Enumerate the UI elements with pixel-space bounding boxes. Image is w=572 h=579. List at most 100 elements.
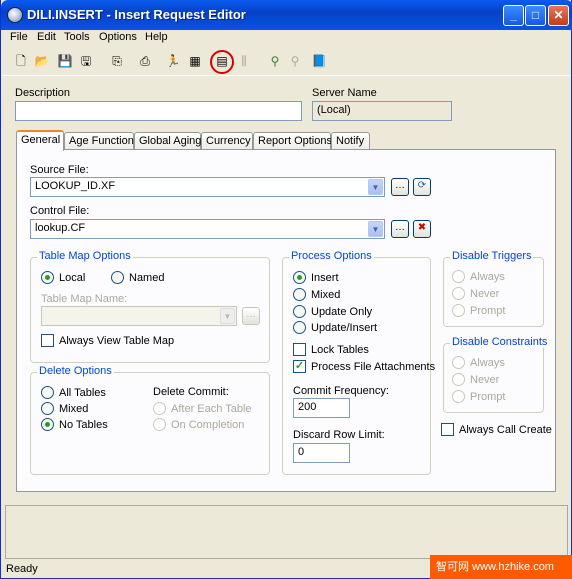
radio-insert[interactable]: Insert (293, 271, 339, 285)
calendar-icon[interactable]: ▦ (187, 53, 203, 69)
new-file-icon[interactable]: 🗋 (13, 53, 29, 69)
commit-frequency-input[interactable]: 200 (293, 398, 350, 418)
run-icon[interactable]: 🏃 (165, 53, 181, 69)
radio-all-tables-label: All Tables (59, 387, 106, 399)
description-input[interactable] (15, 101, 302, 121)
app-window: DILI.INSERT - Insert Request Editor _ □ … (0, 0, 572, 579)
menu-file[interactable]: File (10, 31, 28, 43)
columns-icon: ⫼ (241, 54, 247, 68)
radio-triggers-always: Always (452, 270, 505, 284)
refresh-icon[interactable]: ⟳ (413, 178, 431, 196)
menu-bar: File Edit Tools Options Help (2, 30, 571, 48)
discard-row-limit-input[interactable]: 0 (293, 443, 350, 463)
constraints-prompt-label: Prompt (470, 391, 506, 403)
maximize-button[interactable]: □ (525, 5, 546, 26)
control-browse-button[interactable]: … (391, 220, 409, 238)
radio-update-insert-label: Update/Insert (311, 322, 378, 334)
delete-options-group: Delete Options All Tables Mixed No Table… (30, 365, 270, 475)
status-text: Ready (6, 563, 38, 575)
radio-after-each-label: After Each Table (171, 403, 252, 415)
radio-named[interactable]: Named (111, 271, 164, 285)
radio-update-only-label: Update Only (311, 306, 373, 318)
delete-commit-label: Delete Commit: (153, 386, 229, 398)
general-tab-panel: Source File: LOOKUP_ID.XF ▼ … ⟳ Control F… (16, 149, 556, 492)
radio-all-tables[interactable]: All Tables (41, 386, 106, 400)
menu-help[interactable]: Help (145, 31, 168, 43)
tab-notify[interactable]: Notify (331, 132, 370, 150)
print-icon[interactable]: ⎙ (137, 53, 153, 69)
constraints-always-label: Always (470, 357, 505, 369)
menu-tools[interactable]: Tools (64, 31, 90, 43)
control-file-label: Control File: (30, 205, 90, 217)
table-map-options-group: Table Map Options Local Named Table Map … (30, 250, 270, 363)
radio-triggers-prompt: Prompt (452, 304, 505, 318)
minimize-button[interactable]: _ (503, 5, 524, 26)
source-browse-button[interactable]: … (391, 178, 409, 196)
radio-mixed-process[interactable]: Mixed (293, 288, 340, 302)
title-bar[interactable]: DILI.INSERT - Insert Request Editor _ □ … (1, 0, 572, 30)
lock-tables-checkbox[interactable]: Lock Tables (293, 343, 369, 357)
radio-local[interactable]: Local (41, 271, 85, 285)
table-map-name-select: ▼ (41, 306, 237, 326)
tab-global-aging[interactable]: Global Aging (134, 132, 201, 150)
process-attachments-checkbox[interactable]: ✓ Process File Attachments (293, 360, 435, 374)
delete-file-icon[interactable]: ✖ (413, 220, 431, 238)
chevron-down-icon: ▼ (368, 179, 383, 195)
control-file-value: lookup.CF (35, 222, 86, 234)
tab-currency[interactable]: Currency (201, 132, 253, 150)
radio-local-label: Local (59, 272, 86, 284)
source-file-label: Source File: (30, 164, 89, 176)
radio-mixed-delete[interactable]: Mixed (41, 402, 88, 416)
close-button[interactable]: ✕ (548, 5, 569, 26)
table-map-browse-button: … (242, 307, 260, 325)
description-label: Description (15, 87, 71, 99)
disable-constraints-group: Disable Constraints Always Never Prompt (443, 336, 550, 413)
open-folder-icon[interactable]: 📂 (34, 53, 50, 69)
process-options-title: Process Options (289, 250, 374, 262)
server-name-field: (Local) (312, 101, 452, 121)
binoculars-icon[interactable]: ⚲ (267, 53, 283, 69)
source-file-select[interactable]: LOOKUP_ID.XF ▼ (30, 177, 385, 197)
radio-update-insert[interactable]: Update/Insert (293, 321, 377, 335)
radio-no-tables-label: No Tables (59, 419, 108, 431)
tab-report-options[interactable]: Report Options (253, 132, 332, 150)
properties-icon[interactable]: ⎘ (109, 53, 125, 69)
app-icon (7, 7, 23, 23)
triggers-always-label: Always (470, 271, 505, 283)
disable-triggers-group: Disable Triggers Always Never Prompt (443, 250, 544, 327)
radio-mixed-delete-label: Mixed (59, 403, 89, 415)
save-icon[interactable]: 💾 (57, 53, 73, 69)
radio-no-tables[interactable]: No Tables (41, 418, 108, 432)
menu-edit[interactable]: Edit (37, 31, 56, 43)
control-file-select[interactable]: lookup.CF ▼ (30, 219, 385, 239)
radio-insert-label: Insert (311, 272, 339, 284)
constraints-never-label: Never (470, 374, 500, 386)
tab-age-function[interactable]: Age Function (64, 132, 134, 150)
always-call-create-label: Always Call Create (459, 424, 552, 436)
save-as-icon[interactable]: 🖫 (78, 53, 94, 69)
always-view-table-map-checkbox[interactable]: Always View Table Map (41, 334, 174, 348)
message-pane (5, 505, 568, 559)
always-call-create-checkbox[interactable]: Always Call Create (441, 423, 552, 437)
radio-constraints-always: Always (452, 356, 505, 370)
triggers-prompt-label: Prompt (470, 305, 506, 317)
discard-row-limit-label: Discard Row Limit: (293, 429, 385, 441)
radio-constraints-prompt: Prompt (452, 390, 505, 404)
process-options-group: Process Options Insert Mixed Update Only… (282, 250, 435, 475)
window-title: DILI.INSERT - Insert Request Editor (27, 7, 246, 22)
tab-general[interactable]: General (16, 130, 64, 151)
table-map-options-title: Table Map Options (37, 250, 133, 262)
menu-options[interactable]: Options (99, 31, 137, 43)
delete-options-title: Delete Options (37, 365, 114, 377)
commit-frequency-label: Commit Frequency: (293, 385, 389, 397)
table-map-icon[interactable]: ▤ (214, 53, 230, 69)
book-icon[interactable]: 📘 (311, 53, 327, 69)
disable-constraints-title: Disable Constraints (450, 336, 550, 348)
chevron-down-icon: ▼ (220, 308, 235, 324)
radio-on-completion: On Completion (153, 418, 244, 432)
radio-update-only[interactable]: Update Only (293, 305, 372, 319)
radio-triggers-never: Never (452, 287, 499, 301)
always-view-label: Always View Table Map (59, 335, 175, 347)
radio-named-label: Named (129, 272, 165, 284)
lock-tables-label: Lock Tables (311, 344, 369, 356)
